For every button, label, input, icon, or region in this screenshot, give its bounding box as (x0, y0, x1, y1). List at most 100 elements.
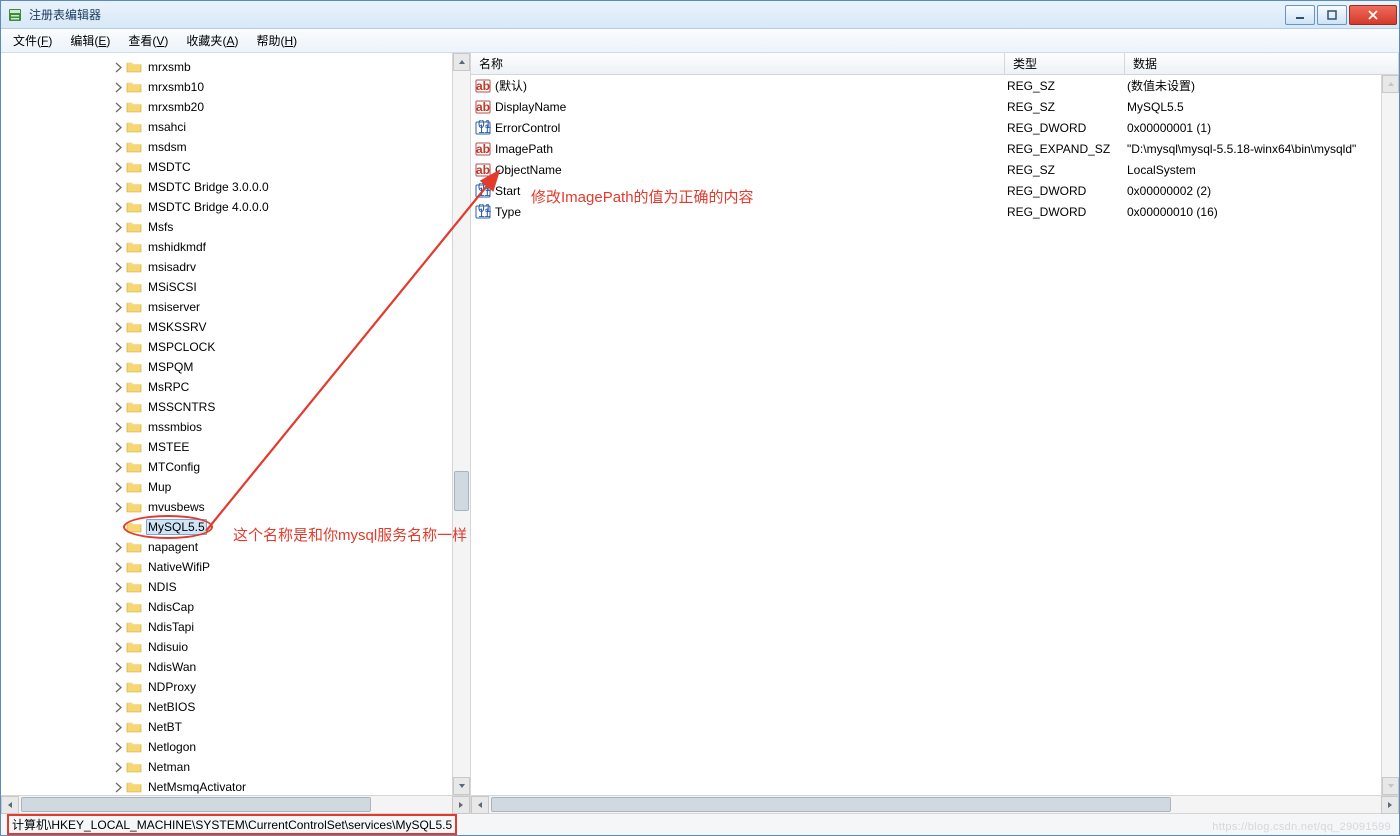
tree-item[interactable]: napagent (1, 537, 452, 557)
expand-icon[interactable] (113, 142, 124, 153)
expand-icon[interactable] (113, 722, 124, 733)
tree-item[interactable]: Netlogon (1, 737, 452, 757)
tree-item[interactable]: NdisTapi (1, 617, 452, 637)
tree-item[interactable]: MSSCNTRS (1, 397, 452, 417)
column-data[interactable]: 数据 (1125, 53, 1399, 74)
expand-icon[interactable] (113, 762, 124, 773)
tree-item[interactable]: NDProxy (1, 677, 452, 697)
scroll-track[interactable] (453, 71, 470, 777)
scroll-down-button[interactable] (453, 777, 470, 795)
tree-item[interactable]: mshidkmdf (1, 237, 452, 257)
expand-icon[interactable] (113, 662, 124, 673)
expand-icon[interactable] (113, 742, 124, 753)
expand-icon[interactable] (113, 782, 124, 793)
expand-icon[interactable] (113, 562, 124, 573)
tree-item[interactable]: msiserver (1, 297, 452, 317)
tree-item[interactable]: NdisWan (1, 657, 452, 677)
tree-item[interactable]: msdsm (1, 137, 452, 157)
expand-icon[interactable] (113, 102, 124, 113)
expand-icon[interactable] (113, 62, 124, 73)
expand-icon[interactable] (113, 482, 124, 493)
tree-item[interactable]: MSPCLOCK (1, 337, 452, 357)
expand-icon[interactable] (113, 642, 124, 653)
column-name[interactable]: 名称 (471, 53, 1005, 74)
tree-item[interactable]: NdisCap (1, 597, 452, 617)
tree-scroll[interactable]: mrxsmbmrxsmb10mrxsmb20msahcimsdsmMSDTCMS… (1, 53, 452, 795)
tree-item[interactable]: Ndisuio (1, 637, 452, 657)
tree-item[interactable]: msahci (1, 117, 452, 137)
scroll-up-button[interactable] (453, 53, 470, 71)
expand-icon[interactable] (113, 182, 124, 193)
scroll-down-button[interactable] (1382, 777, 1399, 795)
tree-item[interactable]: NetBIOS (1, 697, 452, 717)
tree-item[interactable]: NetMsmqActivator (1, 777, 452, 795)
scroll-right-button[interactable] (452, 796, 470, 814)
expand-icon[interactable] (113, 422, 124, 433)
expand-icon[interactable] (113, 122, 124, 133)
tree-item[interactable]: MSDTC (1, 157, 452, 177)
tree-item[interactable]: Netman (1, 757, 452, 777)
minimize-button[interactable] (1285, 5, 1315, 25)
tree-item[interactable]: MSiSCSI (1, 277, 452, 297)
expand-icon[interactable] (113, 362, 124, 373)
tree-item[interactable]: MSDTC Bridge 4.0.0.0 (1, 197, 452, 217)
list-body[interactable]: (默认)REG_SZ(数值未设置)DisplayNameREG_SZMySQL5… (471, 75, 1381, 795)
menu-help[interactable]: 帮助(H) (248, 30, 305, 51)
expand-icon[interactable] (113, 442, 124, 453)
tree-item[interactable]: Mup (1, 477, 452, 497)
tree-horizontal-scrollbar[interactable] (1, 795, 470, 813)
value-row[interactable]: StartREG_DWORD0x00000002 (2) (471, 180, 1381, 201)
scroll-track[interactable] (1382, 93, 1399, 777)
expand-icon[interactable] (113, 222, 124, 233)
expand-icon[interactable] (113, 322, 124, 333)
tree-item[interactable]: MTConfig (1, 457, 452, 477)
scroll-thumb[interactable] (21, 797, 371, 812)
column-type[interactable]: 类型 (1005, 53, 1125, 74)
expand-icon[interactable] (113, 622, 124, 633)
expand-icon[interactable] (113, 382, 124, 393)
value-row[interactable]: DisplayNameREG_SZMySQL5.5 (471, 96, 1381, 117)
expand-icon[interactable] (113, 242, 124, 253)
scroll-left-button[interactable] (471, 796, 489, 814)
expand-icon[interactable] (113, 262, 124, 273)
close-button[interactable] (1349, 5, 1397, 25)
tree-item[interactable]: mrxsmb10 (1, 77, 452, 97)
value-row[interactable]: TypeREG_DWORD0x00000010 (16) (471, 201, 1381, 222)
expand-icon[interactable] (113, 162, 124, 173)
value-row[interactable]: ObjectNameREG_SZLocalSystem (471, 159, 1381, 180)
expand-icon[interactable] (113, 202, 124, 213)
menu-edit[interactable]: 编辑(E) (62, 30, 118, 51)
list-vertical-scrollbar[interactable] (1381, 75, 1399, 795)
tree-item[interactable]: MSTEE (1, 437, 452, 457)
expand-icon[interactable] (113, 582, 124, 593)
expand-icon[interactable] (113, 82, 124, 93)
tree-vertical-scrollbar[interactable] (452, 53, 470, 795)
tree-item[interactable]: MSDTC Bridge 3.0.0.0 (1, 177, 452, 197)
titlebar[interactable]: 注册表编辑器 (1, 1, 1399, 29)
value-row[interactable]: (默认)REG_SZ(数值未设置) (471, 75, 1381, 96)
tree-item[interactable]: mssmbios (1, 417, 452, 437)
expand-icon[interactable] (113, 302, 124, 313)
tree-item[interactable]: MySQL5.5 (1, 517, 452, 537)
menu-favorites[interactable]: 收藏夹(A) (178, 30, 246, 51)
tree-item[interactable]: mrxsmb20 (1, 97, 452, 117)
tree-item[interactable]: mrxsmb (1, 57, 452, 77)
expand-icon[interactable] (113, 682, 124, 693)
tree-item[interactable]: mvusbews (1, 497, 452, 517)
maximize-button[interactable] (1317, 5, 1347, 25)
menu-file[interactable]: 文件(F) (5, 30, 60, 51)
tree-item[interactable]: msisadrv (1, 257, 452, 277)
scroll-up-button[interactable] (1382, 75, 1399, 93)
expand-icon[interactable] (113, 702, 124, 713)
scroll-left-button[interactable] (1, 796, 19, 814)
value-row[interactable]: ErrorControlREG_DWORD0x00000001 (1) (471, 117, 1381, 138)
list-horizontal-scrollbar[interactable] (471, 795, 1399, 813)
expand-icon[interactable] (113, 522, 124, 533)
scroll-right-button[interactable] (1381, 796, 1399, 814)
tree-item[interactable]: NetBT (1, 717, 452, 737)
expand-icon[interactable] (113, 462, 124, 473)
scroll-thumb[interactable] (491, 797, 1171, 812)
tree-item[interactable]: MSPQM (1, 357, 452, 377)
expand-icon[interactable] (113, 542, 124, 553)
tree-item[interactable]: MsRPC (1, 377, 452, 397)
